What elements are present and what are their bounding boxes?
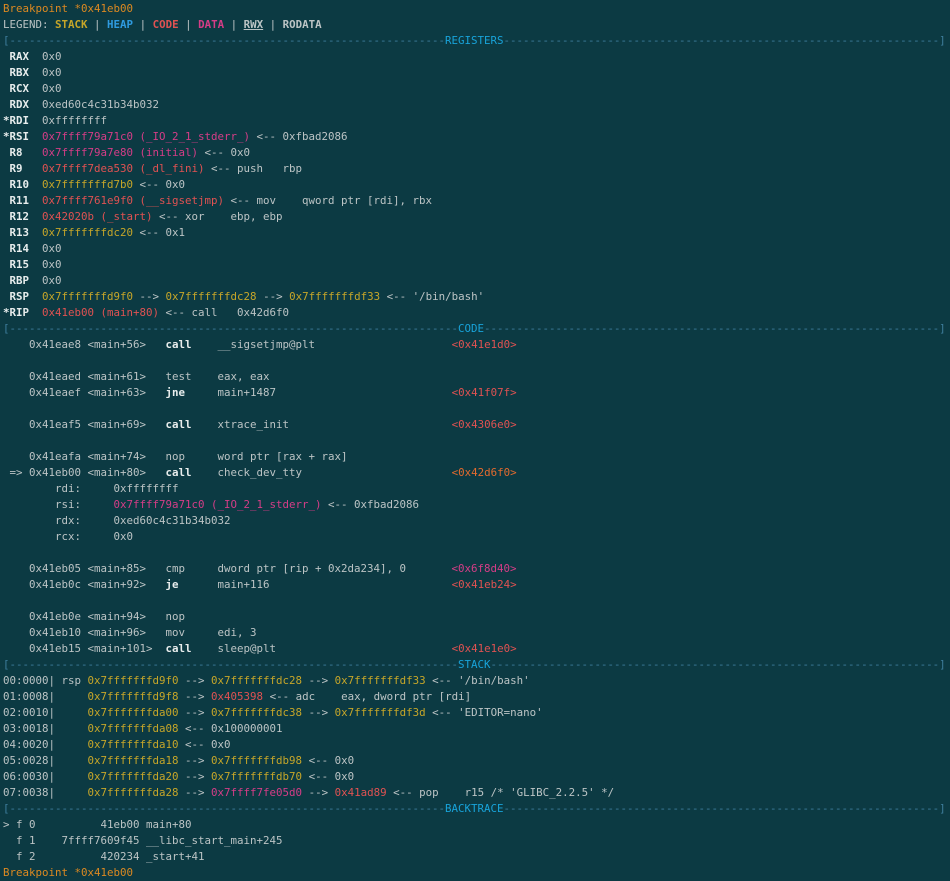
backtrace-frame-2: f 2 420234 _start+41 <box>3 849 950 865</box>
stack-row-00: 00:0000| rsp 0x7fffffffd9f0 --> 0x7fffff… <box>3 673 950 689</box>
jump-target-address: <0x42d6f0> <box>452 466 517 479</box>
stack-row-01: 01:0008| 0x7fffffffd9f8 --> 0x405398 <--… <box>3 689 950 705</box>
jump-target-address: <0x41f07f> <box>452 386 517 399</box>
jump-target-address: <0x6f8d40> <box>452 562 517 575</box>
section-header-backtrace-title: BACKTRACE <box>445 802 504 815</box>
section-header-backtrace: [---------------------------------------… <box>3 801 950 817</box>
code-arg-rcx: rcx: 0x0 <box>3 529 950 545</box>
stack-row-06: 06:0030| 0x7fffffffda20 --> 0x7fffffffdb… <box>3 769 950 785</box>
section-header-code-title: CODE <box>458 322 484 335</box>
legend-line: LEGEND: STACK | HEAP | CODE | DATA | RWX… <box>3 17 950 33</box>
code-row-main-69: 0x41eaf5 <main+69> call xtrace_init <0x4… <box>3 417 950 433</box>
stack-row-02: 02:0010| 0x7fffffffda00 --> 0x7fffffffdc… <box>3 705 950 721</box>
code-row-main-61: 0x41eaed <main+61> test eax, eax <box>3 369 950 385</box>
alignment-padding <box>276 386 452 399</box>
jump-target-address: <0x41e1e0> <box>452 642 517 655</box>
breakpoint-banner-bottom: Breakpoint *0x41eb00 <box>3 865 950 881</box>
register-row-r13: R13 0x7fffffffdc20 <-- 0x1 <box>3 225 950 241</box>
section-header-registers: [---------------------------------------… <box>3 33 950 49</box>
separator-dashes: ----------------------------------------… <box>491 658 946 671</box>
stack-row-07: 07:0038| 0x7fffffffda28 --> 0x7ffff7fe05… <box>3 785 950 801</box>
alignment-padding <box>302 466 452 479</box>
stack-row-05: 05:0028| 0x7fffffffda18 --> 0x7fffffffdb… <box>3 753 950 769</box>
code-row-main-96: 0x41eb10 <main+96> mov edi, 3 <box>3 625 950 641</box>
code-row-main-85: 0x41eb05 <main+85> cmp dword ptr [rip + … <box>3 561 950 577</box>
register-row-rbp: RBP 0x0 <box>3 273 950 289</box>
backtrace-frame-0: > f 0 41eb00 main+80 <box>3 817 950 833</box>
section-header-stack-title: STACK <box>458 658 491 671</box>
register-row-r12: R12 0x42020b (_start) <-- xor ebp, ebp <box>3 209 950 225</box>
code-arg-rsi: rsi: 0x7ffff79a71c0 (_IO_2_1_stderr_) <-… <box>3 497 950 513</box>
code-row-main-56: 0x41eae8 <main+56> call __sigsetjmp@plt … <box>3 337 950 353</box>
register-row-rip: *RIP 0x41eb00 (main+80) <-- call 0x42d6f… <box>3 305 950 321</box>
register-row-rcx: RCX 0x0 <box>3 81 950 97</box>
separator-dashes: ----------------------------------------… <box>484 322 946 335</box>
jump-target-address: <0x41e1d0> <box>452 338 517 351</box>
register-row-rsi: *RSI 0x7ffff79a71c0 (_IO_2_1_stderr_) <-… <box>3 129 950 145</box>
register-row-rdx: RDX 0xed60c4c31b34b032 <box>3 97 950 113</box>
jump-target-address: <0x4306e0> <box>452 418 517 431</box>
register-row-rax: RAX 0x0 <box>3 49 950 65</box>
section-header-registers-title: REGISTERS <box>445 34 504 47</box>
code-row-main-94: 0x41eb0e <main+94> nop <box>3 609 950 625</box>
code-row-main-92: 0x41eb0c <main+92> je main+116 <0x41eb24… <box>3 577 950 593</box>
code-row-main-101: 0x41eb15 <main+101> call sleep@plt <0x41… <box>3 641 950 657</box>
separator-dashes: [---------------------------------------… <box>3 802 445 815</box>
register-row-r11: R11 0x7ffff761e9f0 (__sigsetjmp) <-- mov… <box>3 193 950 209</box>
alignment-padding <box>276 642 452 655</box>
blank-line <box>3 353 950 369</box>
code-row-main-63: 0x41eaef <main+63> jne main+1487 <0x41f0… <box>3 385 950 401</box>
register-row-rbx: RBX 0x0 <box>3 65 950 81</box>
blank-line <box>3 401 950 417</box>
register-row-r15: R15 0x0 <box>3 257 950 273</box>
separator-dashes: [---------------------------------------… <box>3 322 458 335</box>
backtrace-frame-1: f 1 7ffff7609f45 __libc_start_main+245 <box>3 833 950 849</box>
code-arg-rdx: rdx: 0xed60c4c31b34b032 <box>3 513 950 529</box>
stack-row-03: 03:0018| 0x7fffffffda08 <-- 0x100000001 <box>3 721 950 737</box>
register-row-rsp: RSP 0x7fffffffd9f0 --> 0x7fffffffdc28 --… <box>3 289 950 305</box>
blank-line <box>3 433 950 449</box>
register-row-r10: R10 0x7fffffffd7b0 <-- 0x0 <box>3 177 950 193</box>
register-row-r14: R14 0x0 <box>3 241 950 257</box>
register-row-rdi: *RDI 0xffffffff <box>3 113 950 129</box>
alignment-padding <box>289 418 452 431</box>
section-header-code: [---------------------------------------… <box>3 321 950 337</box>
code-arg-rdi: rdi: 0xffffffff <box>3 481 950 497</box>
jump-target-address: <0x41eb24> <box>452 578 517 591</box>
alignment-padding <box>270 578 452 591</box>
separator-dashes: [---------------------------------------… <box>3 34 445 47</box>
breakpoint-banner-top: Breakpoint *0x41eb00 <box>3 1 950 17</box>
alignment-padding <box>315 338 452 351</box>
separator-dashes: ----------------------------------------… <box>504 802 946 815</box>
register-row-r8: R8 0x7ffff79a7e80 (initial) <-- 0x0 <box>3 145 950 161</box>
code-row-main-74: 0x41eafa <main+74> nop word ptr [rax + r… <box>3 449 950 465</box>
separator-dashes: [---------------------------------------… <box>3 658 458 671</box>
stack-row-04: 04:0020| 0x7fffffffda10 <-- 0x0 <box>3 737 950 753</box>
code-row-current-main-80: => 0x41eb00 <main+80> call check_dev_tty… <box>3 465 950 481</box>
register-row-r9: R9 0x7ffff7dea530 (_dl_fini) <-- push rb… <box>3 161 950 177</box>
alignment-padding <box>406 562 452 575</box>
section-header-stack: [---------------------------------------… <box>3 657 950 673</box>
debugger-terminal[interactable]: Breakpoint *0x41eb00LEGEND: STACK | HEAP… <box>0 0 950 878</box>
separator-dashes: ----------------------------------------… <box>504 34 946 47</box>
blank-line <box>3 593 950 609</box>
blank-line <box>3 545 950 561</box>
